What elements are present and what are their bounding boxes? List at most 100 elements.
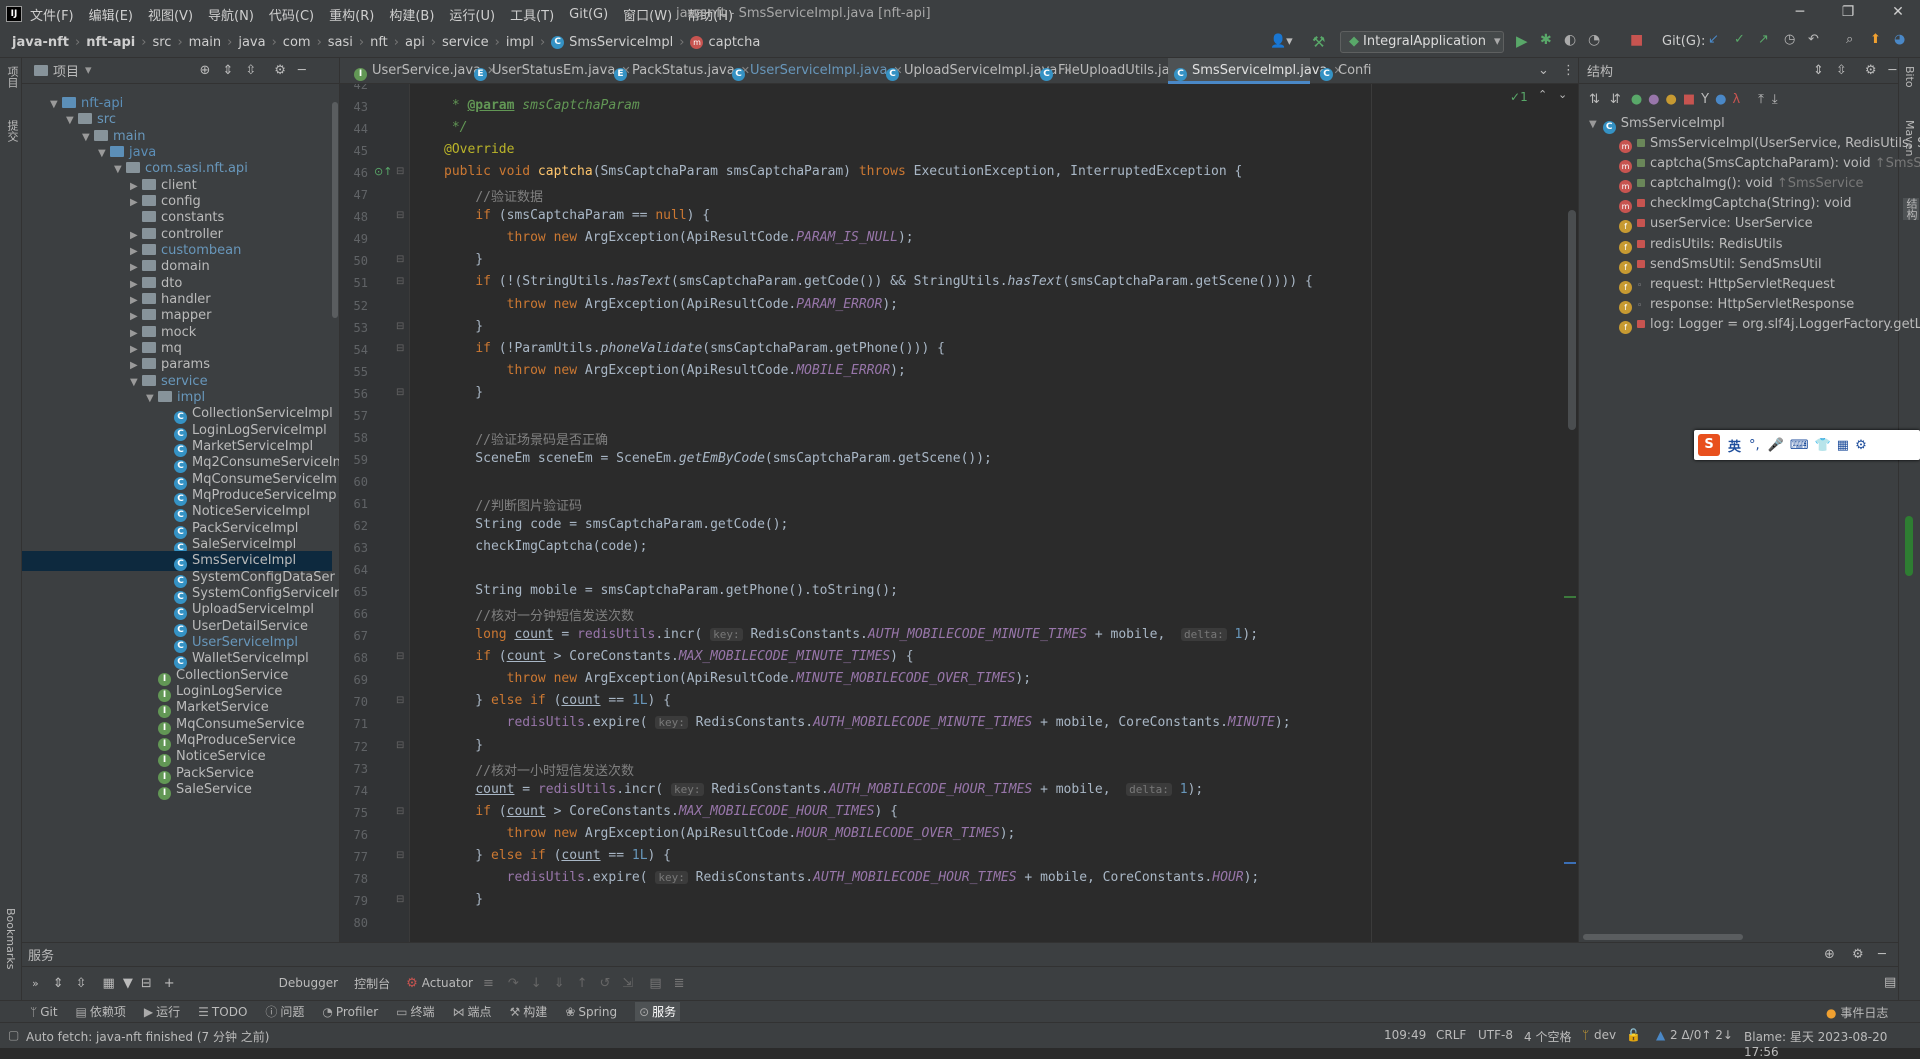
fold-icon[interactable]: ⊟ <box>396 651 404 662</box>
step-into-icon[interactable]: ↓ <box>531 976 542 991</box>
breadcrumb-item[interactable]: com <box>283 35 311 50</box>
breadcrumb-item[interactable]: impl <box>506 35 534 50</box>
evaluate-icon[interactable]: ▤ <box>649 976 661 991</box>
breadcrumb-item[interactable]: captcha <box>708 35 760 50</box>
fold-icon[interactable]: ⊟ <box>396 254 404 265</box>
tab-userstatusem-java[interactable]: EUserStatusEm.java✕ <box>468 58 631 84</box>
structure-item[interactable]: f sendSmsUtil: SendSmsUtil <box>1619 255 1822 275</box>
structure-item[interactable]: m captchaImg(): void ↑SmsService <box>1619 174 1864 194</box>
structure-item[interactable]: f ◦ response: HttpServletResponse <box>1619 295 1854 315</box>
layout-icon[interactable]: ▤ <box>1884 975 1896 990</box>
tab-confi[interactable]: C Confi <box>1314 58 1384 84</box>
override-gutter-icon[interactable]: ⊙↑ <box>374 165 392 178</box>
menu-item[interactable]: 运行(U) <box>449 5 495 24</box>
structure-item[interactable]: f userService: UserService <box>1619 214 1813 234</box>
commit-tool-tab[interactable]: 提交 <box>4 120 20 142</box>
menu-item[interactable]: 视图(V) <box>148 5 193 24</box>
debug-icon[interactable]: ✱ <box>1540 32 1552 48</box>
indent-setting[interactable]: 4 个空格 <box>1524 1028 1571 1045</box>
stop-icon[interactable]: ■ <box>1630 32 1643 48</box>
tool-window-endpoints[interactable]: ⋈ 端点 <box>453 1003 492 1020</box>
line-separator[interactable]: CRLF <box>1436 1028 1466 1042</box>
run-icon[interactable]: ▶ <box>1516 32 1528 50</box>
skin-icon[interactable]: 👕 <box>1815 438 1831 453</box>
caret-position[interactable]: 109:49 <box>1384 1028 1426 1042</box>
hide-icon[interactable]: ─ <box>298 63 306 78</box>
lock-icon[interactable]: 🔓 <box>1626 1028 1641 1042</box>
tool-window-profiler[interactable]: ◔ Profiler <box>322 1005 378 1019</box>
breadcrumb-item[interactable]: nft-api <box>86 35 135 50</box>
rollback-icon[interactable]: ↶ <box>1808 32 1819 47</box>
drop-frame-icon[interactable]: ↺ <box>600 976 611 991</box>
menu-icon[interactable]: ≡ <box>483 976 494 991</box>
keyboard-icon[interactable]: ⌨ <box>1790 438 1809 453</box>
tab-userservice-java[interactable]: I UserService.java ✕ <box>348 58 496 84</box>
more-icon[interactable]: ⋮ <box>1562 63 1575 78</box>
fields-icon[interactable]: ● <box>1666 92 1677 107</box>
hide-icon[interactable]: ─ <box>1888 63 1896 78</box>
tab-uploadserviceimpl-java[interactable]: C UploadServiceImpl.java ✕ <box>880 58 1073 84</box>
structure-item[interactable]: f log: Logger = org.slf4j.LoggerFactory.g… <box>1619 315 1920 335</box>
fold-icon[interactable]: ⊟ <box>396 343 404 354</box>
structure-item[interactable]: f redisUtils: RedisUtils <box>1619 235 1783 255</box>
tab-userserviceimpl-java[interactable]: CUserServiceImpl.java✕ <box>726 58 903 84</box>
update-icon[interactable]: ⬆ <box>1870 32 1881 47</box>
file-encoding[interactable]: UTF-8 <box>1478 1028 1513 1042</box>
new-tab-icon[interactable]: ⊟ <box>141 976 152 991</box>
expand-all-icon[interactable]: ⇕ <box>222 63 233 78</box>
add-icon[interactable]: + <box>164 976 175 991</box>
breadcrumb-item[interactable]: SmsServiceImpl <box>569 35 673 50</box>
sort-alpha-icon[interactable]: ⇵ <box>1610 92 1621 107</box>
search-icon[interactable]: ⌕ <box>1846 32 1853 47</box>
autoscroll-from-source-icon[interactable]: ⤓ <box>1772 92 1778 107</box>
fold-icon[interactable]: ⊟ <box>396 850 404 861</box>
menu-item[interactable]: 代码(C) <box>269 5 314 24</box>
hide-icon[interactable]: ─ <box>1878 947 1886 962</box>
bito-tool-tab[interactable]: Bito <box>1903 66 1916 88</box>
chevron-down-icon[interactable]: ▾ <box>85 63 92 78</box>
run-to-cursor-icon[interactable]: ⇲ <box>622 976 633 991</box>
inspection-ok-icon[interactable]: ✓1 <box>1510 90 1528 104</box>
menu-item[interactable]: 文件(F) <box>30 5 74 24</box>
breadcrumb-item[interactable]: main <box>189 35 221 50</box>
breadcrumb-item[interactable]: sasi <box>328 35 353 50</box>
profile-icon[interactable]: ◔ <box>1588 32 1600 48</box>
anonymous-icon[interactable]: ● <box>1715 92 1726 107</box>
run-configuration-select[interactable]: ◆ IntegralApplication ▾ <box>1340 31 1504 53</box>
step-over-icon[interactable]: ↷ <box>508 976 519 991</box>
structure-item[interactable]: f ◦ request: HttpServletRequest <box>1619 275 1835 295</box>
lambdas-icon[interactable]: λ <box>1732 92 1740 107</box>
tool-window-build[interactable]: ⚒ 构建 <box>510 1003 548 1020</box>
history-icon[interactable]: ◷ <box>1784 32 1795 47</box>
event-log-button[interactable]: ● 事件日志 <box>1826 1004 1888 1021</box>
collapse-all-icon[interactable]: ⇳ <box>245 63 256 78</box>
menu-item[interactable]: 导航(N) <box>208 5 254 24</box>
filter-icon[interactable]: ▼ <box>123 976 133 991</box>
plugin-icon[interactable]: ◕ <box>1894 32 1905 47</box>
structure-tool-tab[interactable]: 结构 <box>1903 198 1919 220</box>
locate-icon[interactable]: ⊕ <box>200 63 211 78</box>
coverage-icon[interactable]: ◐ <box>1564 32 1576 48</box>
editor-scrollbar[interactable] <box>1568 210 1576 430</box>
tool-window-run[interactable]: ▶ 运行 <box>144 1003 180 1020</box>
structure-item[interactable]: m captcha(SmsCaptchaParam): void ↑SmsSe <box>1619 154 1920 174</box>
tab-fileuploadutils-java[interactable]: CFileUploadUtils.java✕ <box>1034 58 1201 84</box>
fold-icon[interactable]: ⊟ <box>396 387 404 398</box>
tab-actuator[interactable]: Actuator <box>422 976 473 990</box>
git-push-icon[interactable]: ↗ <box>1758 32 1769 47</box>
step-out-icon[interactable]: ↑ <box>577 976 588 991</box>
expand-icon[interactable]: » <box>32 977 39 990</box>
tool-window-services[interactable]: ⊙ 服务 <box>635 1002 681 1021</box>
fold-icon[interactable]: ⊟ <box>396 894 404 905</box>
fold-icon[interactable]: ⊟ <box>396 166 404 177</box>
next-highlight-icon[interactable]: ⌄ <box>1558 88 1567 101</box>
tab-packstatus-java[interactable]: E PackStatus.java ✕ <box>608 58 750 84</box>
trace-icon[interactable]: ≣ <box>674 976 685 991</box>
bookmarks-tool-tab[interactable]: Bookmarks <box>4 908 17 969</box>
tool-window-terminal[interactable]: ▭ 终端 <box>396 1003 434 1020</box>
breadcrumb-item[interactable]: api <box>405 35 425 50</box>
fold-icon[interactable]: ⊟ <box>396 806 404 817</box>
restore-icon[interactable]: ❐ <box>1838 4 1858 24</box>
expand-all-icon[interactable]: ⇕ <box>1813 63 1824 78</box>
collapse-all-icon[interactable]: ⇳ <box>76 976 87 991</box>
